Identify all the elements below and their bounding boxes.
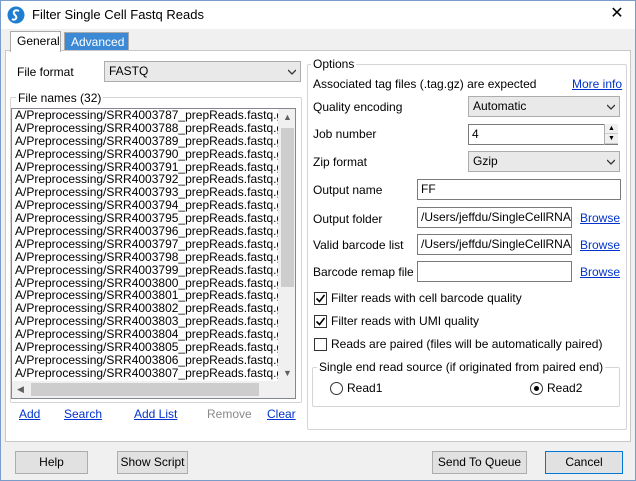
read2-radio-label[interactable]: Read2 xyxy=(547,381,582,395)
checkmark-icon xyxy=(315,294,326,303)
chevron-down-icon xyxy=(607,104,615,110)
scroll-corner xyxy=(278,381,295,398)
umi-quality-checkbox-label[interactable]: Filter reads with UMI quality xyxy=(331,314,479,328)
umi-quality-checkbox[interactable] xyxy=(314,315,327,328)
spin-up-icon[interactable]: ▲ xyxy=(605,124,618,134)
list-item[interactable]: A/Preprocessing/SRR4003799_prepReads.fas… xyxy=(12,263,295,277)
scroll-down-icon[interactable]: ▼ xyxy=(279,365,295,382)
options-legend: Options xyxy=(311,57,357,71)
list-item[interactable]: A/Preprocessing/SRR4003788_prepReads.fas… xyxy=(12,121,295,135)
window-title: Filter Single Cell Fastq Reads xyxy=(32,7,204,22)
file-format-select[interactable]: FASTQ xyxy=(104,61,301,82)
barcode-remap-label: Barcode remap file xyxy=(313,265,414,279)
scroll-left-icon[interactable]: ◀ xyxy=(12,381,29,398)
spin-down-icon[interactable]: ▼ xyxy=(605,134,618,144)
barcode-remap-browse-link[interactable]: Browse xyxy=(580,265,620,279)
single-end-legend: Single end read source (if originated fr… xyxy=(317,360,606,374)
list-item[interactable]: A/Preprocessing/SRR4003798_prepReads.fas… xyxy=(12,250,295,264)
tab-advanced[interactable]: Advanced xyxy=(64,32,129,51)
output-name-input[interactable]: FF xyxy=(417,179,621,200)
file-list[interactable]: A/Preprocessing/SRR4003787_prepReads.fas… xyxy=(11,108,296,399)
output-name-label: Output name xyxy=(313,183,383,197)
job-number-input[interactable]: 4 xyxy=(468,124,618,145)
list-item[interactable]: A/Preprocessing/SRR4003787_prepReads.fas… xyxy=(12,109,295,122)
output-folder-label: Output folder xyxy=(313,212,383,226)
quality-encoding-select[interactable]: Automatic xyxy=(468,96,620,117)
job-number-spinner[interactable]: ▲ ▼ xyxy=(604,124,618,145)
list-item[interactable]: A/Preprocessing/SRR4003805_prepReads.fas… xyxy=(12,341,295,354)
scroll-up-icon[interactable]: ▲ xyxy=(279,109,295,126)
reads-paired-checkbox-label[interactable]: Reads are paired (files will be automati… xyxy=(331,337,602,351)
horizontal-scrollbar[interactable]: ◀ ▶ xyxy=(12,381,295,398)
job-number-value: 4 xyxy=(472,127,479,141)
clear-link[interactable]: Clear xyxy=(267,407,296,421)
quality-encoding-label: Quality encoding xyxy=(313,100,403,114)
send-to-queue-button[interactable]: Send To Queue xyxy=(432,451,527,474)
file-format-label: File format xyxy=(17,65,74,79)
radio-selected-dot xyxy=(534,386,539,391)
read1-radio-label[interactable]: Read1 xyxy=(347,381,382,395)
zip-format-select[interactable]: Gzip xyxy=(468,151,620,172)
list-item[interactable]: A/Preprocessing/SRR4003807_prepReads.fas… xyxy=(12,366,295,380)
cell-barcode-checkbox[interactable] xyxy=(314,292,327,305)
output-name-value: FF xyxy=(421,182,436,196)
vertical-scrollbar[interactable]: ▲ ▼ xyxy=(278,109,295,382)
quality-encoding-value: Automatic xyxy=(473,99,527,113)
list-item[interactable]: A/Preprocessing/SRR4003806_prepReads.fas… xyxy=(12,354,295,367)
chevron-down-icon xyxy=(607,159,615,165)
valid-barcode-browse-link[interactable]: Browse xyxy=(580,238,620,252)
output-folder-input[interactable]: /Users/jeffdu/SingleCellRNA/F xyxy=(417,207,572,228)
output-folder-value: /Users/jeffdu/SingleCellRNA/F xyxy=(421,210,572,224)
cancel-button[interactable]: Cancel xyxy=(545,451,623,474)
list-item[interactable]: A/Preprocessing/SRR4003790_prepReads.fas… xyxy=(12,147,295,161)
search-link[interactable]: Search xyxy=(64,407,102,421)
zip-format-label: Zip format xyxy=(313,155,368,169)
remove-link[interactable]: Remove xyxy=(207,407,252,421)
read1-radio[interactable] xyxy=(330,382,343,395)
tag-files-text: Associated tag files (.tag.gz) are expec… xyxy=(313,77,537,91)
dialog-window: Filter Single Cell Fastq Reads ✕ General… xyxy=(0,0,636,481)
read2-radio[interactable] xyxy=(530,382,543,395)
file-format-value: FASTQ xyxy=(109,64,149,78)
file-names-label: File names (32) xyxy=(16,91,104,105)
valid-barcode-input[interactable]: /Users/jeffdu/SingleCellRNA/G xyxy=(417,234,572,255)
more-info-link[interactable]: More info xyxy=(572,77,622,91)
vertical-scroll-thumb[interactable] xyxy=(281,128,294,287)
list-item[interactable]: A/Preprocessing/SRR4003789_prepReads.fas… xyxy=(12,134,295,148)
help-button[interactable]: Help xyxy=(15,451,88,474)
horizontal-scroll-thumb[interactable] xyxy=(31,383,259,396)
checkmark-icon xyxy=(315,317,326,326)
valid-barcode-value: /Users/jeffdu/SingleCellRNA/G xyxy=(421,237,572,251)
close-icon[interactable]: ✕ xyxy=(606,4,628,24)
cell-barcode-checkbox-label[interactable]: Filter reads with cell barcode quality xyxy=(331,291,522,305)
show-script-button[interactable]: Show Script xyxy=(117,451,188,474)
list-item[interactable]: A/Preprocessing/SRR4003797_prepReads.fas… xyxy=(12,238,295,251)
reads-paired-checkbox[interactable] xyxy=(314,338,327,351)
valid-barcode-label: Valid barcode list xyxy=(313,238,404,252)
add-link[interactable]: Add xyxy=(19,407,40,421)
chevron-down-icon xyxy=(288,69,296,75)
barcode-remap-input[interactable] xyxy=(417,261,572,282)
title-bar: Filter Single Cell Fastq Reads ✕ xyxy=(1,1,635,29)
job-number-label: Job number xyxy=(313,127,377,141)
add-list-link[interactable]: Add List xyxy=(134,407,177,421)
zip-format-value: Gzip xyxy=(473,154,498,168)
app-logo-icon xyxy=(7,6,25,24)
tab-general[interactable]: General xyxy=(10,31,61,52)
list-item[interactable]: A/Preprocessing/SRR4003796_prepReads.fas… xyxy=(12,225,295,238)
output-folder-browse-link[interactable]: Browse xyxy=(580,211,620,225)
file-items: A/Preprocessing/SRR4003787_prepReads.fas… xyxy=(12,109,295,380)
